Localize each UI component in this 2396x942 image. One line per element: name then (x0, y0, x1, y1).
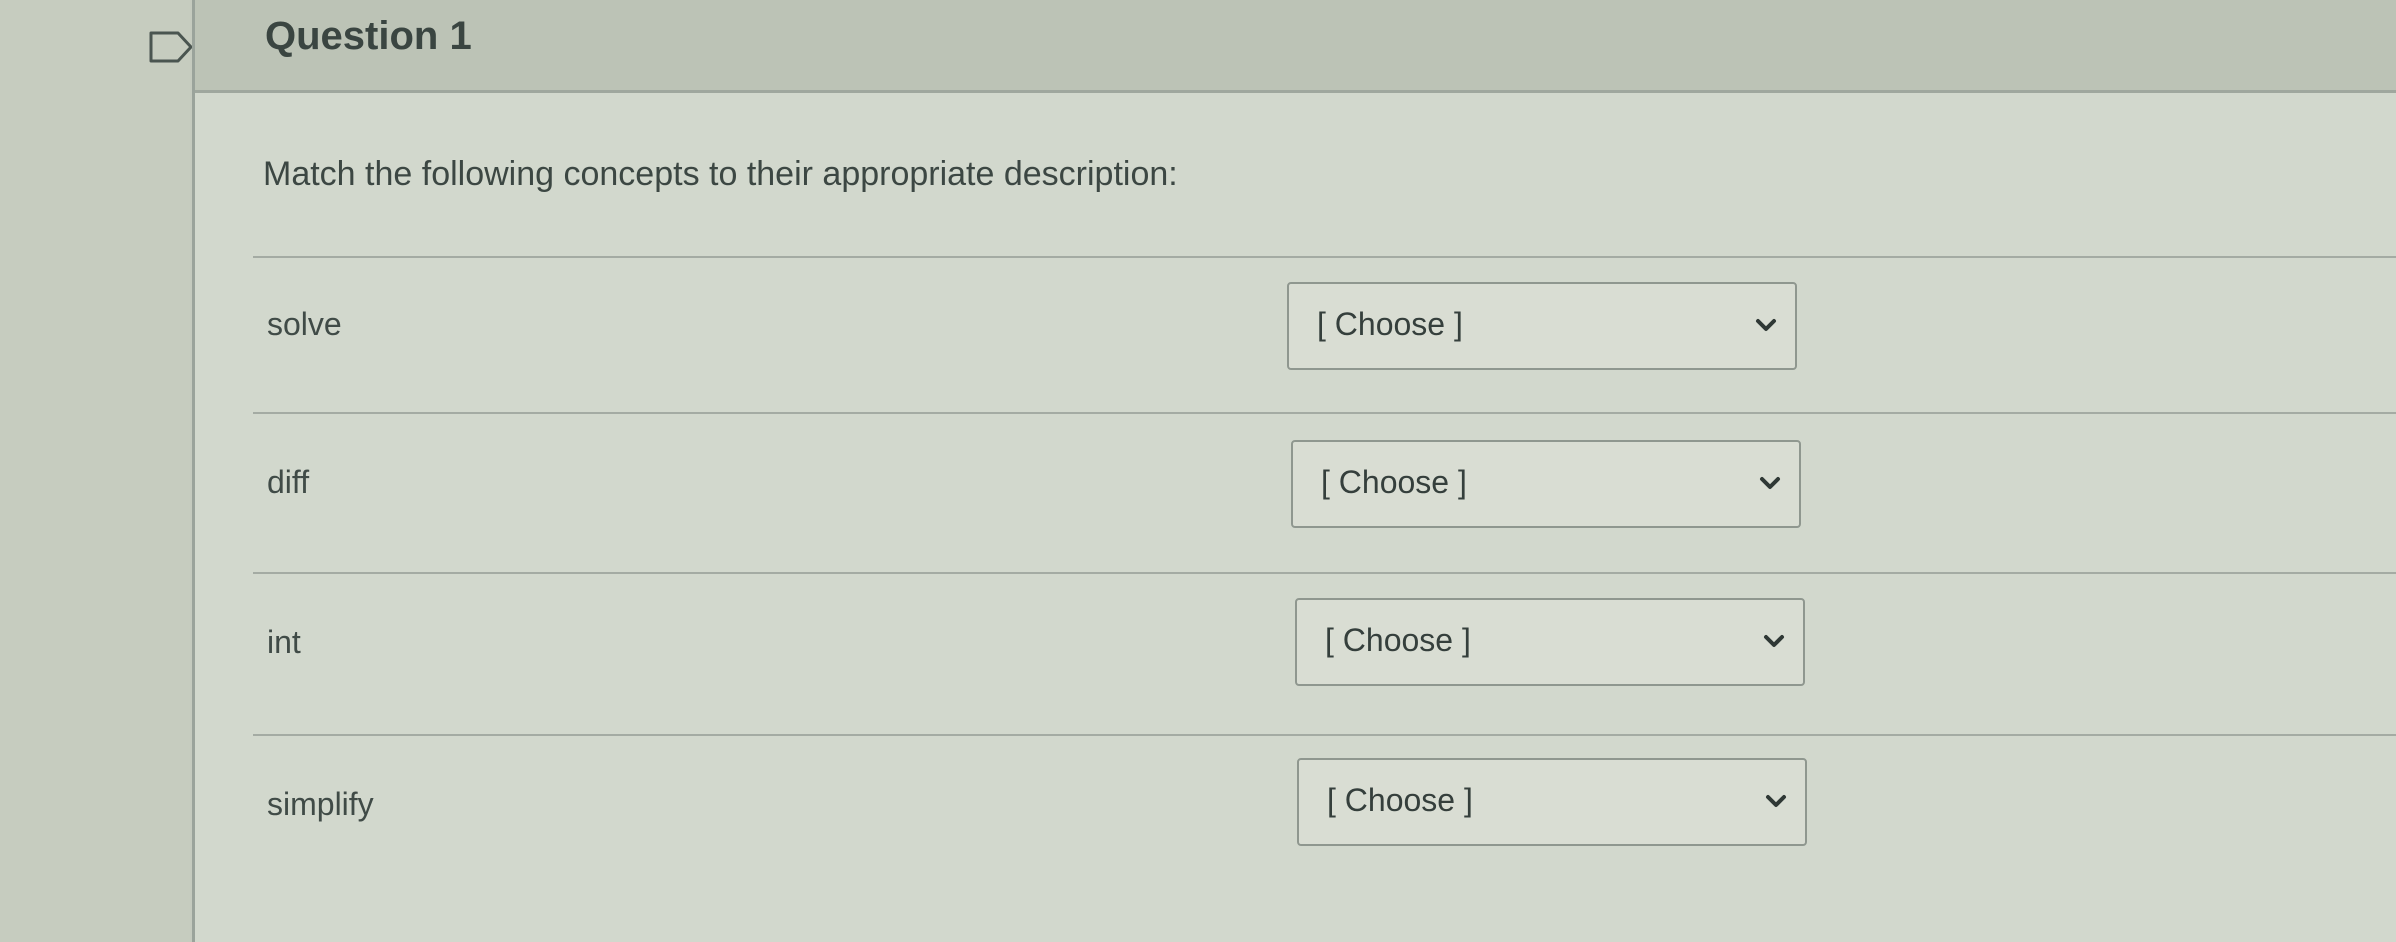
match-term-label: solve (267, 306, 342, 342)
match-answer-select[interactable]: [ Choose ] (1295, 598, 1805, 686)
quiz-page: Question 1 Match the following concepts … (0, 0, 2396, 942)
select-value: [ Choose ] (1321, 464, 1467, 500)
match-term-label: simplify (267, 786, 374, 822)
chevron-down-icon (1764, 635, 1784, 647)
chevron-down-icon (1756, 319, 1776, 331)
match-term-label: diff (267, 464, 310, 500)
question-header: Question 1 (195, 0, 2396, 93)
question-title: Question 1 (265, 14, 472, 58)
flag-icon[interactable] (148, 30, 194, 64)
select-value: [ Choose ] (1325, 622, 1471, 658)
divider (253, 734, 2396, 736)
match-answer-select[interactable]: [ Choose ] (1291, 440, 1801, 528)
question-card: Question 1 Match the following concepts … (192, 0, 2396, 942)
divider (253, 572, 2396, 574)
chevron-down-icon (1760, 477, 1780, 489)
match-term-label: int (267, 624, 301, 660)
left-gutter (0, 0, 193, 942)
match-answer-select[interactable]: [ Choose ] (1287, 282, 1797, 370)
select-value: [ Choose ] (1327, 782, 1473, 818)
select-value: [ Choose ] (1317, 306, 1463, 342)
chevron-down-icon (1766, 795, 1786, 807)
question-prompt: Match the following concepts to their ap… (263, 155, 1178, 193)
divider (253, 256, 2396, 258)
match-answer-select[interactable]: [ Choose ] (1297, 758, 1807, 846)
divider (253, 412, 2396, 414)
